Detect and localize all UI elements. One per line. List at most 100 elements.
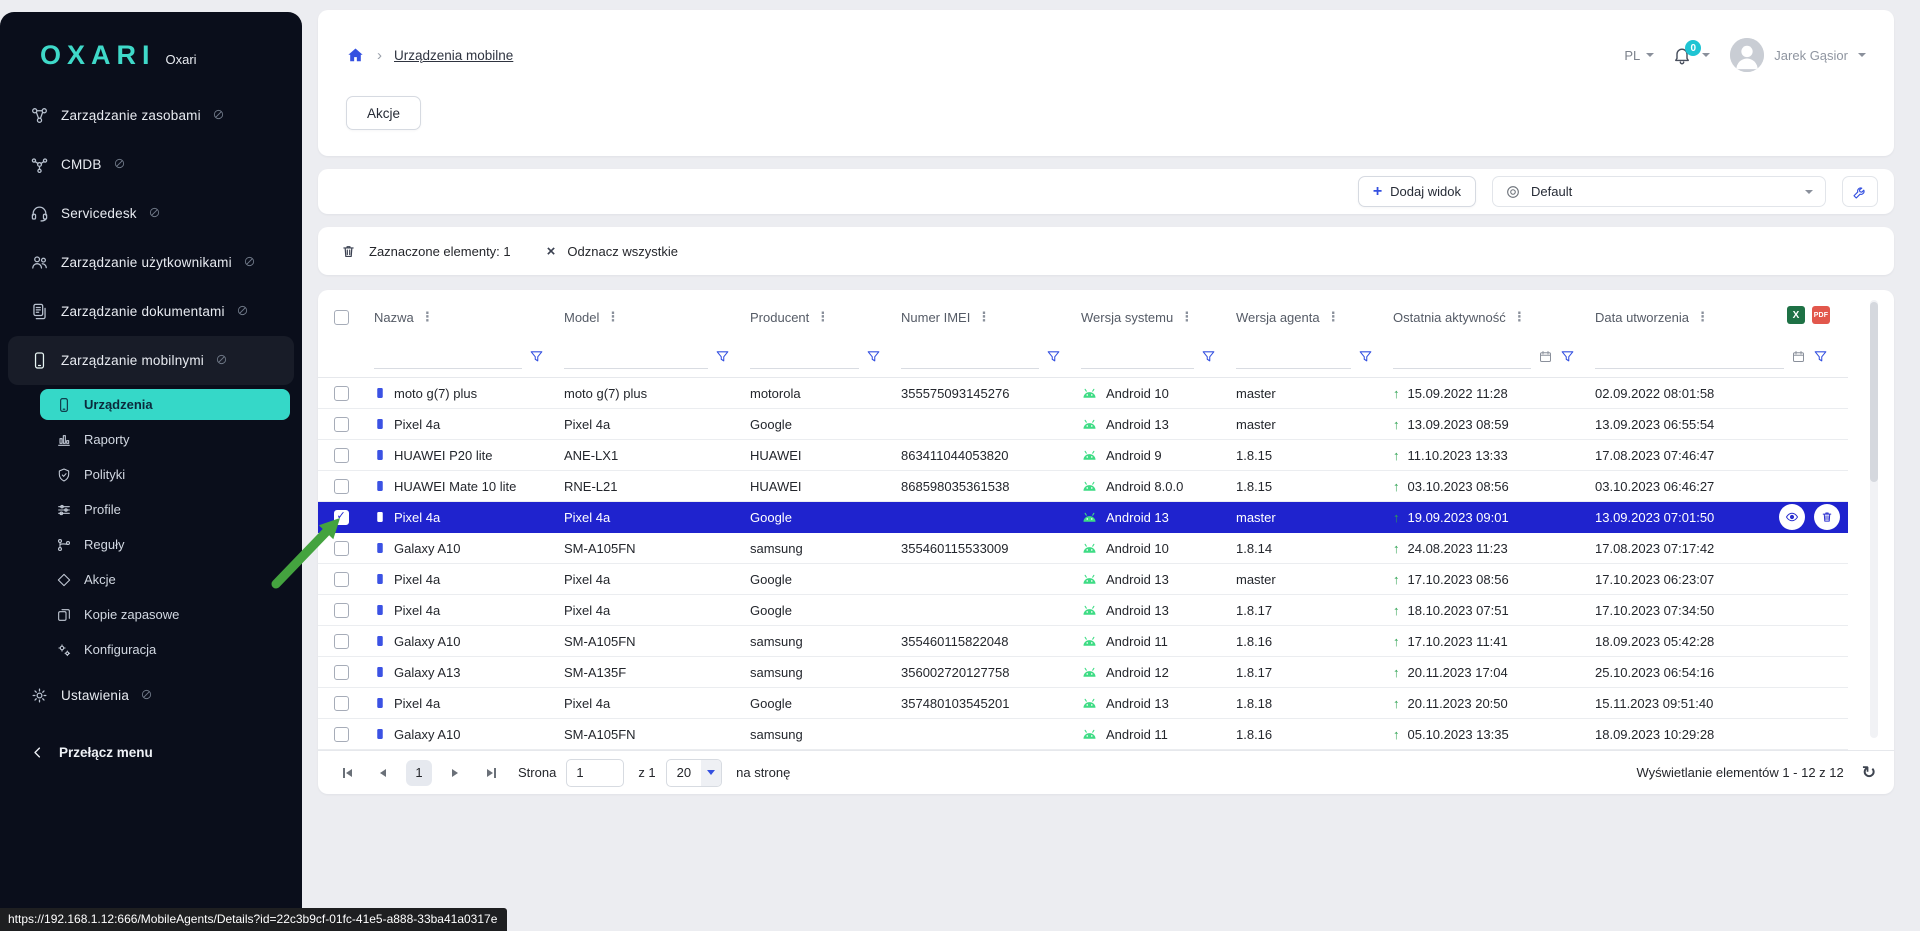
sidebar-item-zarzadzanie-uzytkownikami[interactable]: Zarządzanie użytkownikami — [0, 238, 302, 287]
table-scrollbar[interactable] — [1870, 300, 1878, 738]
submenu-item-profile[interactable]: Profile — [0, 492, 302, 527]
filter-funnel-icon[interactable] — [1046, 349, 1061, 364]
deselect-all-button[interactable]: Odznacz wszystkie — [567, 244, 678, 259]
row-checkbox[interactable] — [334, 665, 349, 680]
select-all-checkbox[interactable] — [334, 310, 349, 325]
table-row[interactable]: Pixel 4a Pixel 4a Google Android 13 1.8.… — [318, 595, 1848, 626]
filter-funnel-icon[interactable] — [529, 349, 544, 364]
breadcrumb-current-link[interactable]: Urządzenia mobilne — [394, 48, 513, 63]
filter-input-imei[interactable] — [901, 345, 1039, 369]
filter-funnel-icon[interactable] — [866, 349, 881, 364]
filter-input-ostatnia-aktywnosc[interactable] — [1393, 345, 1531, 369]
chevron-down-icon[interactable] — [1858, 53, 1866, 57]
submenu-item-polityki[interactable]: Polityki — [0, 457, 302, 492]
column-header-ostatnia-aktywnosc[interactable]: Ostatnia aktywność — [1393, 310, 1506, 325]
calendar-icon[interactable] — [1538, 349, 1553, 364]
filter-funnel-icon[interactable] — [1201, 349, 1216, 364]
column-menu-icon[interactable] — [606, 308, 619, 326]
column-header-model[interactable]: Model — [564, 310, 599, 325]
submenu-item-raporty[interactable]: Raporty — [0, 422, 302, 457]
sidebar-item-zarzadzanie-dokumentami[interactable]: Zarządzanie dokumentami — [0, 287, 302, 336]
filter-input-wersja-systemu[interactable] — [1081, 345, 1194, 369]
table-row[interactable]: Galaxy A10 SM-A105FN samsung Android 11 … — [318, 719, 1848, 750]
row-checkbox[interactable] — [334, 386, 349, 401]
submenu-item-urzadzenia[interactable]: Urządzenia — [40, 389, 290, 420]
refresh-icon[interactable] — [1862, 763, 1876, 783]
table-row[interactable]: Pixel 4a Pixel 4a Google Android 13 mast… — [318, 409, 1848, 440]
table-row[interactable]: Pixel 4a Pixel 4a Google 357480103545201… — [318, 688, 1848, 719]
page-number-input[interactable] — [566, 759, 624, 787]
table-row[interactable]: Galaxy A13 SM-A135F samsung 356002720127… — [318, 657, 1848, 688]
collapse-menu-button[interactable]: Przełącz menu — [0, 732, 302, 772]
user-name[interactable]: Jarek Gąsior — [1774, 48, 1848, 63]
row-checkbox[interactable] — [334, 634, 349, 649]
row-checkbox[interactable] — [334, 541, 349, 556]
filter-input-wersja-agenta[interactable] — [1236, 345, 1351, 369]
view-settings-button[interactable] — [1842, 176, 1878, 207]
table-row[interactable]: HUAWEI Mate 10 lite RNE-L21 HUAWEI 86859… — [318, 471, 1848, 502]
table-row[interactable]: Pixel 4a Pixel 4a Google Android 13 mast… — [318, 564, 1848, 595]
avatar[interactable] — [1730, 38, 1764, 72]
sidebar-item-servicedesk[interactable]: Servicedesk — [0, 189, 302, 238]
column-header-imei[interactable]: Numer IMEI — [901, 310, 970, 325]
trash-icon[interactable] — [340, 243, 357, 260]
delete-row-button[interactable] — [1814, 510, 1840, 525]
filter-input-data-utworzenia[interactable] — [1595, 345, 1784, 369]
table-row[interactable]: Galaxy A10 SM-A105FN samsung 35546011582… — [318, 626, 1848, 657]
column-menu-icon[interactable] — [1696, 308, 1709, 326]
submenu-item-kopie-zapasowe[interactable]: Kopie zapasowe — [0, 597, 302, 632]
row-checkbox[interactable] — [334, 696, 349, 711]
sidebar-item-zarzadzanie-mobilnymi[interactable]: Zarządzanie mobilnymi — [8, 336, 294, 385]
export-excel-icon[interactable]: X — [1787, 306, 1805, 324]
submenu-item-akcje[interactable]: Akcje — [0, 562, 302, 597]
akcje-button[interactable]: Akcje — [346, 96, 421, 130]
row-checkbox[interactable] — [334, 727, 349, 742]
first-page-button[interactable] — [334, 760, 360, 786]
row-checkbox[interactable] — [334, 448, 349, 463]
filter-funnel-icon[interactable] — [715, 349, 730, 364]
sidebar-item-cmdb[interactable]: CMDB — [0, 140, 302, 189]
column-menu-icon[interactable] — [977, 308, 990, 326]
column-header-data-utworzenia[interactable]: Data utworzenia — [1595, 310, 1689, 325]
sidebar-item-zarzadzanie-zasobami[interactable]: Zarządzanie zasobami — [0, 91, 302, 140]
notifications-button[interactable]: 0 — [1672, 45, 1692, 65]
chevron-down-icon[interactable] — [1702, 53, 1710, 57]
table-row[interactable]: moto g(7) plus moto g(7) plus motorola 3… — [318, 378, 1848, 409]
close-icon[interactable] — [547, 243, 556, 260]
column-menu-icon[interactable] — [421, 308, 434, 326]
filter-funnel-icon[interactable] — [1813, 349, 1828, 364]
export-pdf-icon[interactable]: PDF — [1812, 306, 1830, 324]
language-selector[interactable]: PL — [1624, 48, 1654, 63]
sidebar-item-ustawienia[interactable]: Ustawienia — [0, 671, 302, 720]
row-checkbox[interactable] — [334, 417, 349, 432]
table-row[interactable]: HUAWEI P20 lite ANE-LX1 HUAWEI 863411044… — [318, 440, 1848, 471]
scrollbar-thumb[interactable] — [1870, 302, 1878, 482]
next-page-button[interactable] — [442, 760, 468, 786]
row-checkbox[interactable] — [334, 510, 349, 525]
column-header-producent[interactable]: Producent — [750, 310, 809, 325]
last-page-button[interactable] — [478, 760, 504, 786]
row-checkbox[interactable] — [334, 603, 349, 618]
column-menu-icon[interactable] — [1327, 308, 1340, 326]
submenu-item-reguly[interactable]: Reguły — [0, 527, 302, 562]
row-checkbox[interactable] — [334, 479, 349, 494]
filter-input-nazwa[interactable] — [374, 345, 522, 369]
view-select[interactable]: Default — [1492, 176, 1826, 207]
filter-input-producent[interactable] — [750, 345, 859, 369]
add-view-button[interactable]: + Dodaj widok — [1358, 176, 1476, 207]
filter-input-model[interactable] — [564, 345, 708, 369]
column-menu-icon[interactable] — [1513, 308, 1526, 326]
filter-funnel-icon[interactable] — [1560, 349, 1575, 364]
filter-funnel-icon[interactable] — [1358, 349, 1373, 364]
column-header-nazwa[interactable]: Nazwa — [374, 310, 414, 325]
row-checkbox[interactable] — [334, 572, 349, 587]
table-row[interactable]: Pixel 4a Pixel 4a Google Android 13 mast… — [318, 502, 1848, 533]
column-menu-icon[interactable] — [816, 308, 829, 326]
column-menu-icon[interactable] — [1180, 308, 1193, 326]
home-icon[interactable] — [346, 46, 365, 65]
view-details-button[interactable] — [1779, 510, 1805, 525]
column-header-wersja-agenta[interactable]: Wersja agenta — [1236, 310, 1320, 325]
prev-page-button[interactable] — [370, 760, 396, 786]
table-row[interactable]: Galaxy A10 SM-A105FN samsung 35546011553… — [318, 533, 1848, 564]
column-header-wersja-systemu[interactable]: Wersja systemu — [1081, 310, 1173, 325]
